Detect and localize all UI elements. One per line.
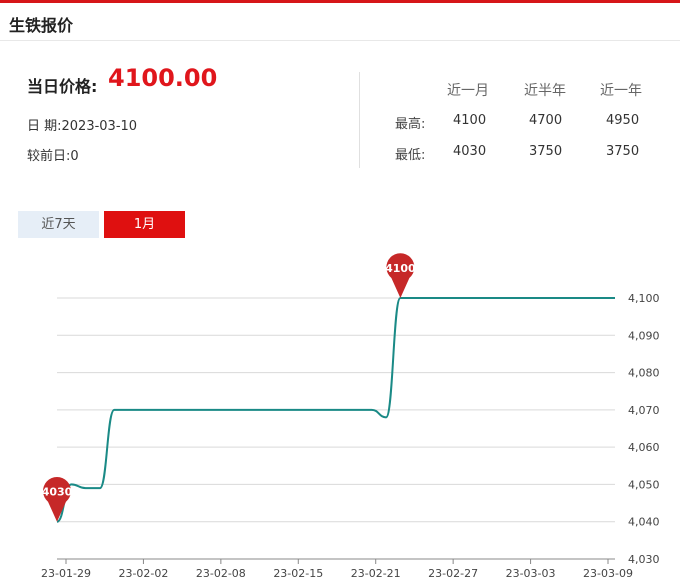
marker-label: 4100 [385, 262, 416, 275]
y-tick-label: 4,100 [628, 292, 660, 305]
price-value: 4100.00 [108, 64, 218, 92]
x-tick-label: 23-02-08 [196, 567, 246, 580]
x-tick-label: 23-03-03 [506, 567, 556, 580]
marker-pin [386, 253, 415, 298]
tab-7-days[interactable]: 近7天 [18, 211, 99, 238]
stats-row-low-label: 最低: [395, 148, 426, 163]
tab-1-month[interactable]: 1月 [104, 211, 185, 238]
panel-header: 生铁报价 [0, 3, 680, 41]
y-tick-label: 4,080 [628, 367, 660, 380]
y-tick-label: 4,050 [628, 478, 660, 491]
y-tick-label: 4,030 [628, 553, 660, 566]
price-label: 当日价格: [27, 77, 98, 96]
date-value: 2023-03-10 [61, 119, 138, 134]
divider [359, 72, 360, 168]
stats-high-1m: 4100 [453, 113, 487, 128]
x-tick-label: 23-01-29 [41, 567, 91, 580]
y-tick-label: 4,090 [628, 329, 660, 342]
stats-col-1m: 近一月 [447, 83, 489, 99]
change-value: 0 [70, 149, 79, 164]
stats-col-6m: 近半年 [524, 83, 566, 99]
x-tick-label: 23-02-15 [273, 567, 323, 580]
marker-pin [43, 476, 72, 522]
change-label: 较前日: [27, 149, 71, 164]
date-row: 日 期:2023-03-10 [27, 115, 137, 134]
stats-high-6m: 4700 [529, 113, 563, 128]
stats-high-1y: 4950 [606, 113, 640, 128]
change-row: 较前日:0 [27, 145, 79, 164]
stats-row-high-label: 最高: [395, 117, 426, 132]
price-line-chart: 4,030 4,040 4,050 4,060 4,070 4,080 4,090 4,100… [41, 253, 660, 580]
marker-label: 4030 [42, 486, 73, 499]
stats-low-1y: 3750 [606, 144, 640, 159]
x-tick-label: 23-03-09 [583, 567, 633, 580]
y-tick-label: 4,060 [628, 441, 660, 454]
y-tick-label: 4,040 [628, 516, 660, 529]
stats-low-6m: 3750 [529, 144, 563, 159]
x-tick-label: 23-02-02 [118, 567, 168, 580]
y-tick-label: 4,070 [628, 404, 660, 417]
stats-low-1m: 4030 [453, 144, 487, 159]
date-label: 日 期: [27, 119, 62, 134]
x-tick-label: 23-02-27 [428, 567, 478, 580]
x-tick-label: 23-02-21 [351, 567, 401, 580]
stats-col-1y: 近一年 [600, 83, 642, 99]
panel-title: 生铁报价 [9, 16, 74, 35]
